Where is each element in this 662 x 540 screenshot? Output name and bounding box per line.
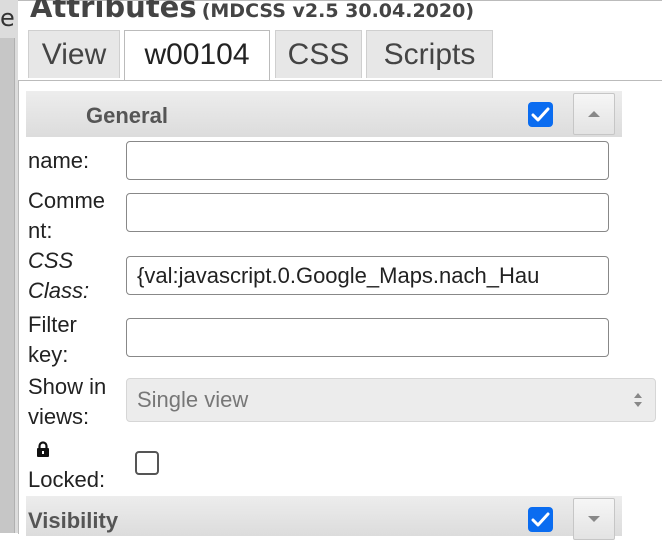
checkmark-icon	[531, 512, 550, 527]
filter-key-label-line1: Filter	[28, 312, 77, 337]
version-label: (MDCSS v2.5 30.04.2020)	[201, 0, 475, 22]
tab-scripts[interactable]: Scripts	[366, 30, 493, 78]
css-class-label: CSS Class:	[28, 246, 89, 306]
left-panel-edge: e	[0, 0, 18, 533]
filter-key-label-line2: key:	[28, 342, 69, 367]
visibility-expand-button[interactable]	[573, 498, 615, 540]
tab-view[interactable]: View	[28, 30, 120, 78]
tab-css[interactable]: CSS	[275, 30, 362, 78]
lock-icon	[37, 441, 49, 457]
general-section-header[interactable]: General	[26, 91, 622, 137]
locked-checkbox[interactable]	[135, 451, 159, 475]
css-class-label-line1: CSS	[28, 248, 74, 273]
locked-label: Locked:	[28, 467, 106, 492]
css-class-input[interactable]: {val:javascript.0.Google_Maps.nach_Hau	[126, 256, 609, 295]
name-input[interactable]	[126, 141, 609, 180]
show-in-views-label: Show in views:	[28, 372, 106, 432]
show-in-views-label-line2: views:	[28, 404, 90, 429]
general-section-title: General	[86, 103, 168, 128]
comment-label-line1: Comme	[28, 188, 106, 213]
show-in-views-value: Single view	[137, 387, 249, 412]
attributes-title: Attributes (MDCSS v2.5 30.04.2020)	[30, 0, 474, 24]
chevron-down-icon	[588, 516, 600, 522]
comment-label-line2: nt:	[28, 218, 53, 243]
left-panel-cut-text: e	[0, 4, 15, 32]
general-collapse-button[interactable]	[573, 93, 615, 135]
comment-input[interactable]	[126, 193, 609, 232]
filter-key-label: Filter key:	[28, 310, 77, 370]
tab-widget[interactable]: w00104	[124, 30, 270, 81]
name-label: name:	[28, 148, 90, 173]
checkmark-icon	[531, 107, 550, 122]
chevron-up-icon	[588, 111, 600, 117]
filter-key-input[interactable]	[126, 318, 609, 357]
comment-label: Comme nt:	[28, 186, 105, 246]
left-panel-strip	[0, 38, 15, 533]
show-in-views-label-line1: Show in	[28, 374, 107, 399]
page-title: Attributes	[30, 0, 197, 24]
visibility-enabled-checkbox[interactable]	[528, 507, 553, 532]
css-class-label-line2: Class:	[28, 278, 90, 303]
select-updown-icon	[634, 393, 642, 407]
visibility-section-header[interactable]: Visibility	[26, 496, 622, 540]
general-enabled-checkbox[interactable]	[528, 102, 553, 127]
show-in-views-select[interactable]: Single view	[126, 378, 656, 422]
visibility-section-title: Visibility	[28, 508, 119, 533]
